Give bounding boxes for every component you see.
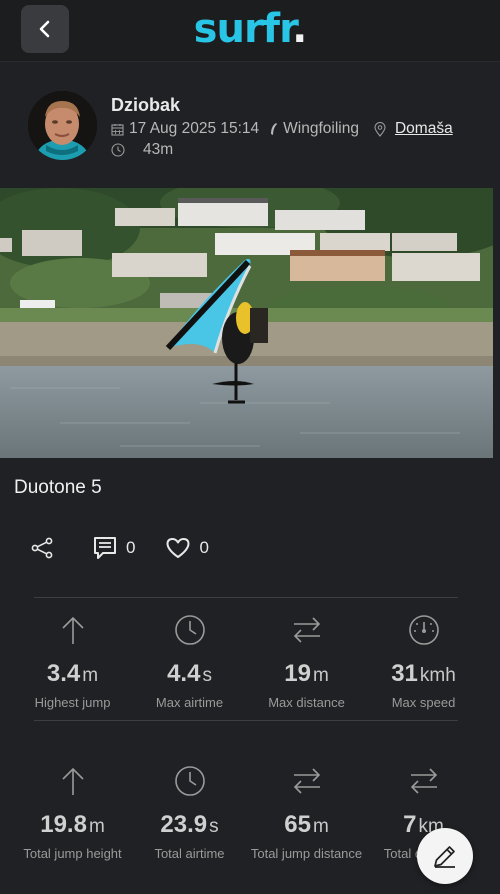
arrow-up-icon (61, 616, 84, 644)
location-pin-icon (374, 121, 386, 137)
arrows-swap-icon (293, 617, 320, 643)
session-date: 17 Aug 2025 15:14 (129, 120, 260, 137)
arrows-swap-icon (293, 768, 320, 794)
stat-unit: m (82, 665, 99, 686)
stat-value: 19.8 (40, 811, 87, 838)
session-meta: 17 Aug 2025 15:14 Wingfoiling Domaša (111, 120, 453, 138)
stat-total-jump-distance: 65 m Total jump distance (248, 763, 365, 861)
stat-label: Total jump distance (250, 846, 363, 861)
stat-label: Max distance (268, 695, 345, 710)
session-duration: 43m (111, 141, 173, 159)
top-bar: surfr. (0, 0, 500, 62)
calendar-icon (111, 123, 124, 136)
stat-label: Total jump height (23, 846, 122, 861)
stat-max-speed: 31 kmh Max speed (365, 612, 482, 710)
likes-count: 0 (199, 538, 209, 557)
stat-value: 19 (284, 660, 311, 687)
stat-max-distance: 19 m Max distance (248, 612, 365, 710)
primary-stats: 3.4 m Highest jump 4.4 s Max airtime 19 m M… (14, 612, 482, 710)
comment-icon (94, 537, 116, 559)
stat-unit: m (312, 816, 329, 837)
stat-max-airtime: 4.4 s Max airtime (131, 612, 248, 710)
duration-value: 43m (143, 141, 174, 158)
share-icon (31, 537, 53, 559)
stat-label: Total airtime (154, 846, 225, 861)
location-link[interactable]: Domaša (395, 120, 453, 138)
stat-value: 31 (391, 660, 418, 687)
stat-total-jump-height: 19.8 m Total jump height (14, 763, 131, 861)
action-bar: 0 0 (30, 535, 239, 561)
comments-count: 0 (126, 538, 136, 557)
logo-dot: . (292, 6, 307, 52)
stat-unit: m (312, 665, 329, 686)
edit-icon (434, 846, 455, 868)
stat-label: Highest jump (34, 695, 111, 710)
comments-button[interactable]: 0 (92, 535, 135, 561)
session-header: Dziobak 17 Aug 2025 15:14 Wingfoiling Do… (0, 62, 500, 188)
wingfoil-photo (0, 188, 493, 458)
stat-label: Max airtime (155, 695, 224, 710)
avatar[interactable] (28, 91, 97, 160)
edit-button[interactable] (417, 828, 473, 884)
stat-unit: kmh (419, 665, 456, 686)
stat-value: 65 (284, 811, 311, 838)
clock-icon (174, 766, 205, 796)
surfr-logo: surfr. (0, 6, 500, 52)
share-button[interactable] (30, 536, 62, 560)
user-name[interactable]: Dziobak (111, 95, 180, 116)
stat-value: 3.4 (46, 660, 81, 687)
stat-value: 23.9 (160, 811, 208, 838)
stat-total-airtime: 23.9 s Total airtime (131, 763, 248, 861)
logo-text: surfr (193, 6, 293, 52)
session-photo[interactable] (0, 188, 493, 458)
sport-label: Wingfoiling (283, 120, 359, 137)
stat-highest-jump: 3.4 m Highest jump (14, 612, 131, 710)
heart-icon (166, 538, 190, 558)
stat-unit: s (209, 816, 219, 837)
stat-label: Max speed (391, 695, 456, 710)
session-caption: Duotone 5 (14, 477, 102, 498)
divider (34, 597, 458, 598)
arrow-up-icon (61, 767, 84, 795)
clock-icon (174, 615, 205, 645)
wing-icon (271, 123, 278, 135)
stat-unit: m (88, 816, 105, 837)
stat-unit: s (202, 665, 212, 686)
arrows-swap-icon (410, 768, 437, 794)
total-stats: 19.8 m Total jump height 23.9 s Total airt… (14, 763, 482, 861)
stat-value: 7 (403, 811, 417, 838)
stat-value: 4.4 (167, 660, 201, 687)
like-button[interactable]: 0 (165, 536, 209, 560)
divider (34, 720, 458, 721)
clock-icon (111, 143, 125, 157)
speedometer-icon (408, 615, 439, 645)
